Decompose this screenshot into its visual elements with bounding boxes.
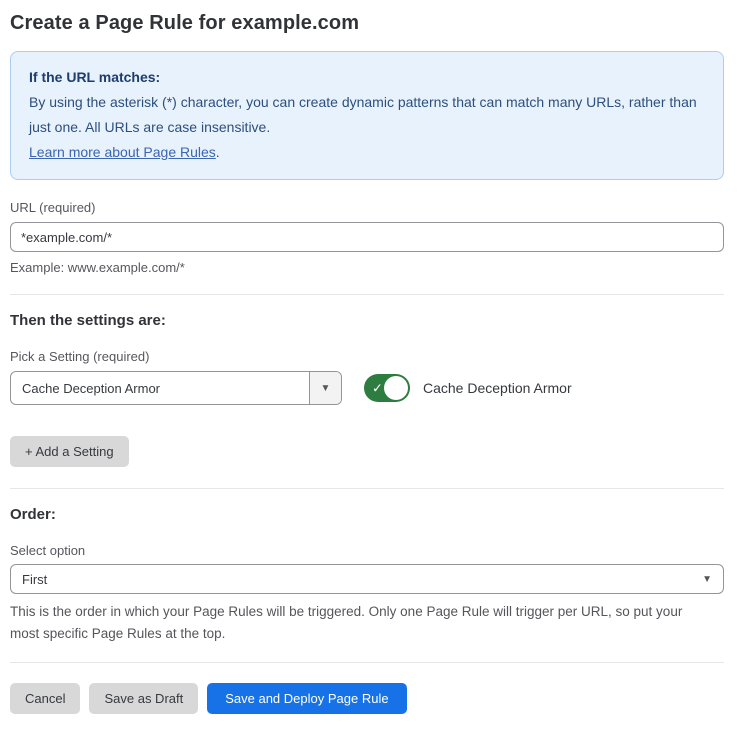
add-setting-button[interactable]: + Add a Setting	[10, 436, 129, 467]
page-title: Create a Page Rule for example.com	[10, 12, 724, 35]
order-section-heading: Order:	[10, 506, 724, 523]
url-field-group: URL (required) Example: www.example.com/…	[10, 200, 724, 277]
check-icon: ✓	[372, 382, 383, 395]
url-field-label: URL (required)	[10, 200, 724, 215]
divider	[10, 662, 724, 663]
divider	[10, 294, 724, 295]
url-example-helper: Example: www.example.com/*	[10, 258, 724, 277]
chevron-down-icon: ▼	[702, 574, 712, 585]
setting-dropdown[interactable]: Cache Deception Armor ▼	[10, 371, 342, 405]
save-and-deploy-button[interactable]: Save and Deploy Page Rule	[207, 683, 406, 714]
divider	[10, 488, 724, 489]
chevron-down-icon[interactable]: ▼	[309, 372, 341, 404]
link-suffix-period: .	[216, 144, 220, 160]
info-box-body: By using the asterisk (*) character, you…	[29, 90, 705, 140]
cache-deception-armor-toggle[interactable]: ✓	[364, 374, 410, 402]
setting-row: Cache Deception Armor ▼ ✓ Cache Deceptio…	[10, 371, 724, 405]
learn-more-link[interactable]: Learn more about Page Rules	[29, 144, 216, 160]
cancel-button[interactable]: Cancel	[10, 683, 80, 714]
url-match-info-box: If the URL matches: By using the asteris…	[10, 51, 724, 180]
setting-toggle-group: ✓ Cache Deception Armor	[364, 374, 572, 402]
pick-setting-label: Pick a Setting (required)	[10, 349, 724, 364]
select-option-label: Select option	[10, 543, 724, 558]
setting-dropdown-value: Cache Deception Armor	[11, 372, 309, 404]
toggle-knob	[384, 376, 408, 400]
settings-section-heading: Then the settings are:	[10, 312, 724, 329]
order-helper-text: This is the order in which your Page Rul…	[10, 601, 710, 645]
toggle-label: Cache Deception Armor	[423, 380, 572, 396]
info-box-link-line: Learn more about Page Rules.	[29, 140, 705, 165]
info-box-heading: If the URL matches:	[29, 65, 705, 90]
footer-actions: Cancel Save as Draft Save and Deploy Pag…	[10, 683, 724, 714]
order-select[interactable]: First ▼	[10, 564, 724, 594]
save-as-draft-button[interactable]: Save as Draft	[89, 683, 198, 714]
order-select-value: First	[22, 572, 47, 587]
url-input[interactable]	[10, 222, 724, 252]
